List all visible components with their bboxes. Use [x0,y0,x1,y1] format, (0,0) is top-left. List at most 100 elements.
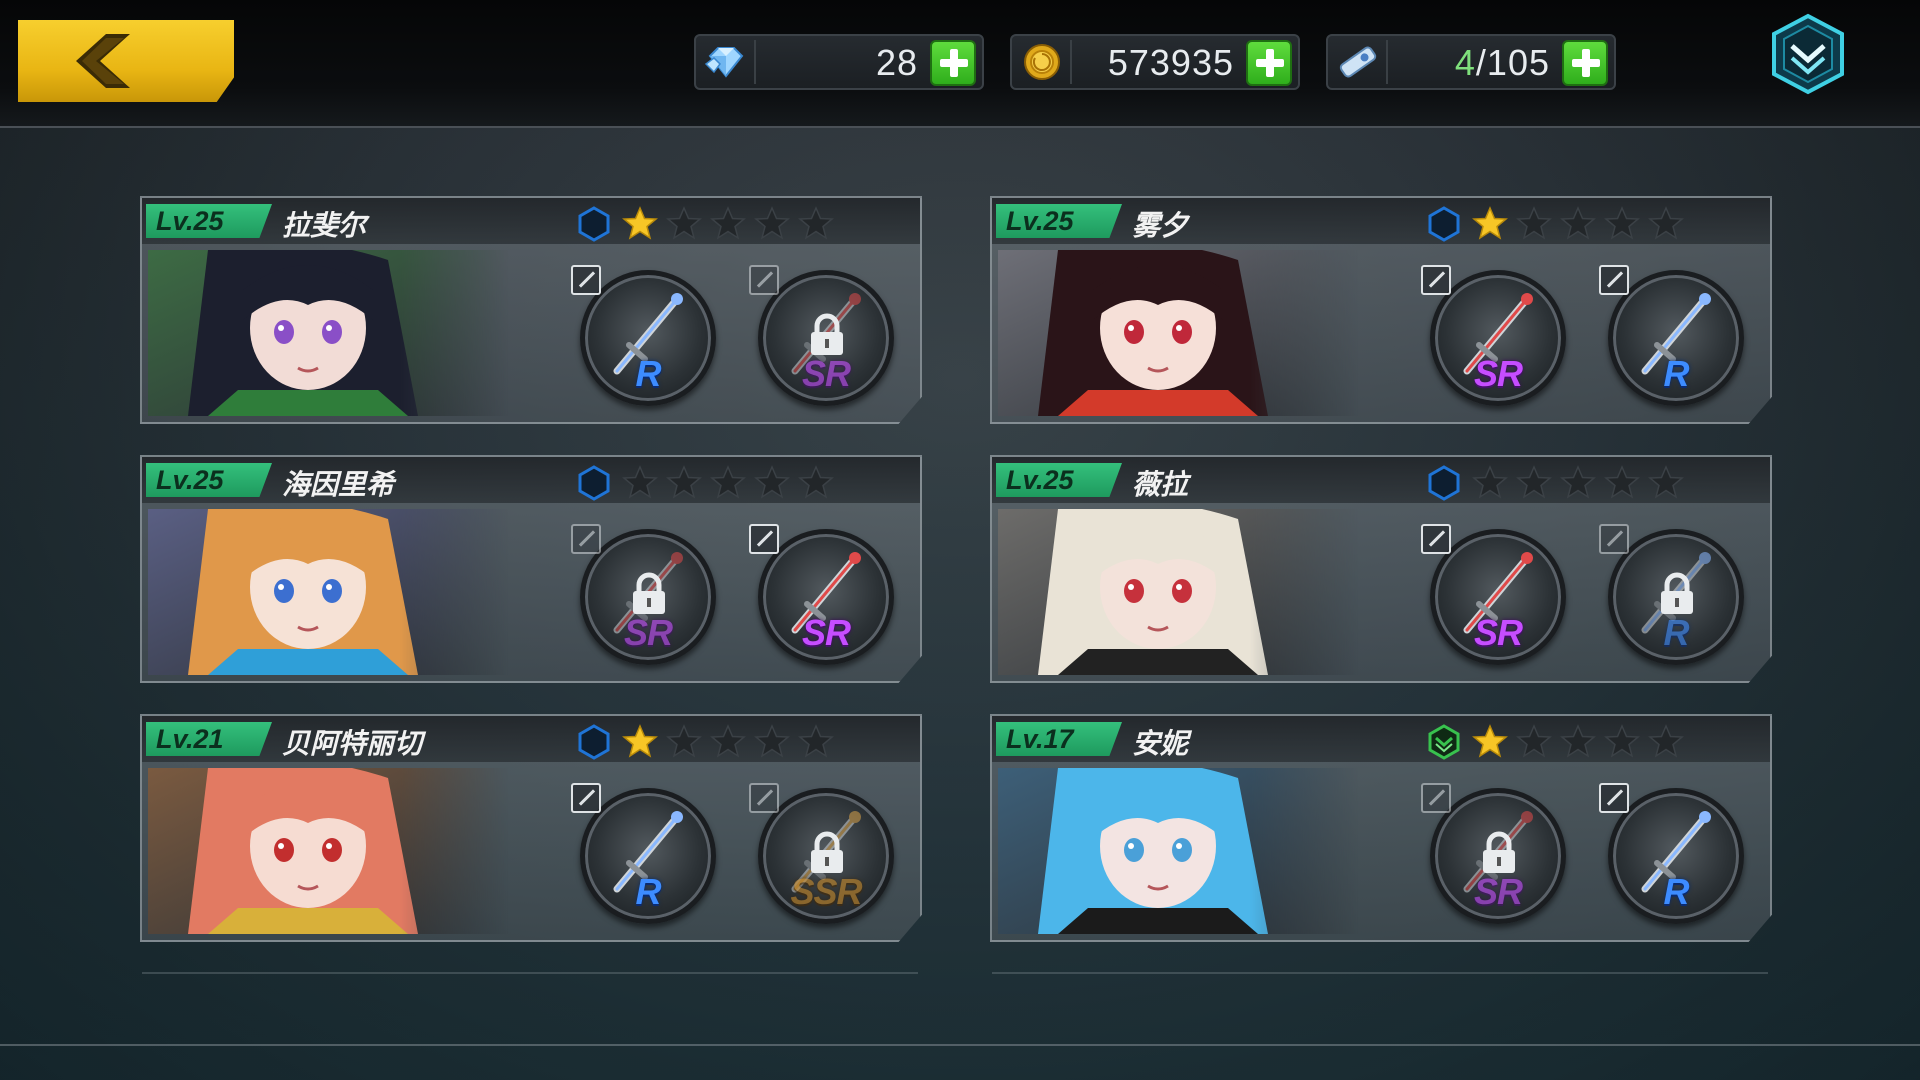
character-name: 雾夕 [1132,209,1189,242]
star-icon [1560,206,1596,240]
edit-icon[interactable] [749,783,779,813]
back-button[interactable] [18,20,234,102]
star-icon [1648,206,1684,240]
character-card[interactable]: Lv.25 雾夕 SR R [990,196,1772,424]
weapon-slot[interactable]: R [571,783,716,924]
separator [754,40,756,84]
weapon-rarity: SR [801,612,851,653]
weapon-rarity: R [1663,871,1690,912]
character-portrait-art [148,250,508,416]
star-icon [1516,724,1552,758]
character-portrait-art [148,509,508,675]
add-gold-button[interactable] [1246,40,1292,86]
edit-icon[interactable] [1599,524,1629,554]
hexagon-rank-icon [1428,206,1460,242]
character-portrait-art [998,250,1358,416]
gold-coin-icon [1024,44,1060,80]
star-icon [798,206,834,240]
weapon-rarity: R [1663,612,1690,653]
weapon-rarity: R [635,871,662,912]
weapon-slot[interactable]: SR [1421,524,1566,665]
level-text: Lv.25 [1006,465,1074,495]
star-icon [1472,724,1508,758]
character-portrait[interactable] [998,768,1358,934]
lock-icon [811,313,843,355]
edit-icon[interactable] [571,524,601,554]
back-arrow-icon [76,34,130,88]
top-bar: 28 573935 4/105 [0,0,1920,128]
star-icon [666,206,702,240]
character-card[interactable]: Lv.25 薇拉 SR R [990,455,1772,683]
star-icon [1604,465,1640,499]
stamina-current: 4 [1454,42,1476,83]
character-portrait[interactable] [998,509,1358,675]
chevron-down-icon[interactable] [1768,12,1848,96]
card-header: Lv.25 拉斐尔 [142,198,920,244]
star-rating [622,206,834,240]
star-icon [622,206,658,240]
weapon-slot[interactable]: SSR [749,783,894,924]
gems-value: 28 [875,42,918,83]
character-portrait[interactable] [998,250,1358,416]
star-icon [1472,465,1508,499]
weapon-slot[interactable]: R [1599,265,1744,406]
edit-icon[interactable] [749,265,779,295]
star-icon [622,724,658,758]
card-header: Lv.21 贝阿特丽切 [142,716,920,762]
edit-icon[interactable] [1421,524,1451,554]
edit-icon[interactable] [1599,265,1629,295]
hexagon-rank-icon [1428,724,1460,760]
weapon-slot[interactable]: R [1599,524,1744,665]
lock-icon [1661,572,1693,614]
add-stamina-button[interactable] [1562,40,1608,86]
weapon-rarity: R [1663,353,1690,394]
stamina-max: /105 [1475,42,1550,83]
character-portrait[interactable] [148,768,508,934]
star-icon [798,465,834,499]
edit-icon[interactable] [571,265,601,295]
weapon-slot[interactable]: SR [1421,783,1566,924]
character-card[interactable]: Lv.17 安妮 SR R [990,714,1772,942]
character-name: 薇拉 [1132,468,1189,501]
weapon-slot[interactable]: SR [571,524,716,665]
weapon-slot[interactable]: R [1599,783,1744,924]
weapon-rarity: SR [1473,612,1523,653]
character-name: 贝阿特丽切 [282,727,423,760]
ticket-icon [1339,46,1377,78]
character-card[interactable]: Lv.25 拉斐尔 R SR [140,196,922,424]
weapon-rarity: SR [1473,871,1523,912]
character-portrait[interactable] [148,509,508,675]
star-rating [1472,465,1684,499]
card-header: Lv.25 海因里希 [142,457,920,503]
level-badge: Lv.21 [146,722,272,756]
edit-icon[interactable] [1599,783,1629,813]
gold-value: 573935 [1107,42,1234,83]
level-text: Lv.25 [156,465,224,495]
weapon-rarity: SR [801,353,851,394]
edit-icon[interactable] [1421,265,1451,295]
add-gems-button[interactable] [930,40,976,86]
weapon-slot[interactable]: SR [1421,265,1566,406]
weapon-slot[interactable]: SR [749,265,894,406]
star-rating [622,724,834,758]
list-divider-left [142,972,918,974]
weapon-rarity: SR [623,612,673,653]
level-badge: Lv.25 [996,204,1122,238]
star-icon [1516,206,1552,240]
lock-icon [633,572,665,614]
weapon-slot[interactable]: SR [749,524,894,665]
edit-icon[interactable] [1421,783,1451,813]
weapon-slot[interactable]: R [571,265,716,406]
edit-icon[interactable] [571,783,601,813]
list-divider-right [992,972,1768,974]
character-card[interactable]: Lv.21 贝阿特丽切 R SSR [140,714,922,942]
character-portrait[interactable] [148,250,508,416]
edit-icon[interactable] [749,524,779,554]
weapon-rarity: SR [1473,353,1523,394]
star-icon [1648,465,1684,499]
level-text: Lv.17 [1006,724,1074,754]
star-icon [710,206,746,240]
character-card[interactable]: Lv.25 海因里希 SR SR [140,455,922,683]
card-header: Lv.25 雾夕 [992,198,1770,244]
star-icon [1604,724,1640,758]
